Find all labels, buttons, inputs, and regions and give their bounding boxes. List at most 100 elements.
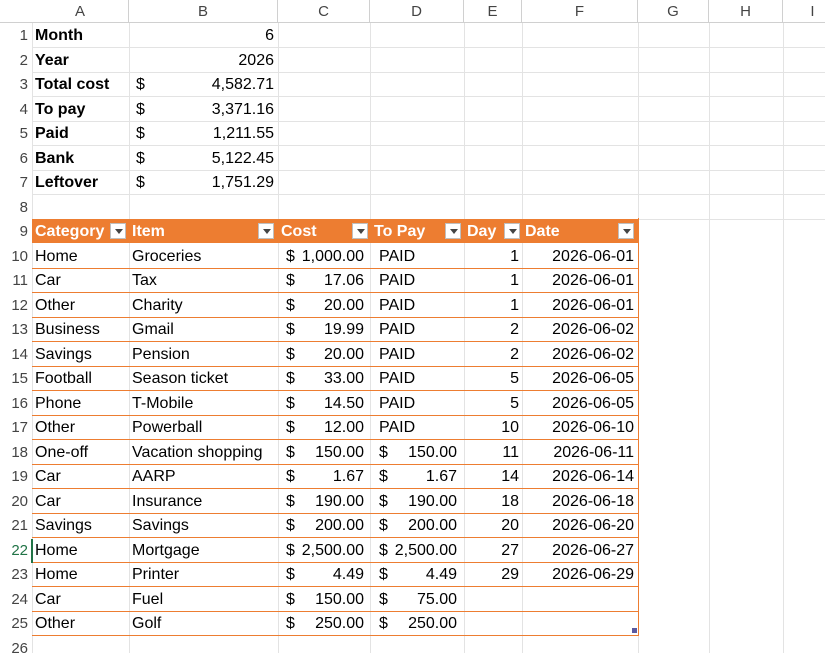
summary-label[interactable]: Year (35, 48, 129, 72)
column-header-C[interactable]: C (278, 0, 370, 23)
cell-item[interactable]: Vacation shopping (132, 440, 278, 464)
row-header[interactable]: 13 (0, 317, 32, 342)
column-header-D[interactable]: D (370, 0, 464, 23)
cell-date[interactable]: 2026-06-01 (524, 293, 634, 317)
cell-day[interactable]: 11 (468, 440, 519, 464)
cell-item[interactable]: Tax (132, 268, 278, 292)
cell-day[interactable]: 29 (468, 562, 519, 586)
cell-topay[interactable]: PAID (379, 415, 455, 439)
cell-date[interactable]: 2026-06-29 (524, 562, 634, 586)
cell-cost[interactable]: 190.00 (294, 489, 364, 513)
cell-topay[interactable]: 4.49 (387, 562, 457, 586)
summary-label[interactable]: Month (35, 23, 129, 47)
cell-day[interactable]: 1 (468, 244, 519, 268)
summary-label[interactable]: Bank (35, 146, 129, 170)
cell-item[interactable]: Season ticket (132, 366, 278, 390)
cell-category[interactable]: Home (35, 562, 129, 586)
cell-topay[interactable]: 1.67 (387, 464, 457, 488)
row-header[interactable]: 16 (0, 391, 32, 416)
column-header-B[interactable]: B (129, 0, 278, 23)
row-header-selected[interactable]: 22 (0, 538, 32, 563)
cell-date[interactable]: 2026-06-14 (524, 464, 634, 488)
cell-category[interactable]: Business (35, 317, 129, 341)
cell-date[interactable]: 2026-06-18 (524, 489, 634, 513)
summary-value[interactable]: 4,582.71 (152, 72, 274, 96)
summary-value[interactable]: 1,211.55 (152, 121, 274, 145)
cell-day[interactable]: 5 (468, 391, 519, 415)
row-header[interactable]: 19 (0, 464, 32, 489)
cell-cost[interactable]: 1,000.00 (294, 244, 364, 268)
filter-category-button[interactable] (110, 223, 126, 239)
cell-day[interactable]: 2 (468, 342, 519, 366)
cell-category[interactable]: Savings (35, 513, 129, 537)
table-resize-handle[interactable] (632, 628, 637, 633)
cell-item[interactable]: Charity (132, 293, 278, 317)
cell-date[interactable]: 2026-06-20 (524, 513, 634, 537)
row-header[interactable]: 14 (0, 342, 32, 367)
cell-topay[interactable]: 190.00 (387, 489, 457, 513)
summary-label[interactable]: Paid (35, 121, 129, 145)
cell-date[interactable]: 2026-06-02 (524, 342, 634, 366)
cell-topay[interactable]: PAID (379, 244, 455, 268)
cell-category[interactable]: Other (35, 293, 129, 317)
cell-category[interactable]: Other (35, 611, 129, 635)
cell-day[interactable] (468, 611, 519, 635)
cell-cost[interactable]: 33.00 (294, 366, 364, 390)
cell-item[interactable]: T-Mobile (132, 391, 278, 415)
cell-topay[interactable]: 200.00 (387, 513, 457, 537)
cell-item[interactable]: Golf (132, 611, 278, 635)
row-header[interactable]: 4 (0, 97, 32, 122)
cell-date[interactable]: 2026-06-11 (524, 440, 634, 464)
summary-label[interactable]: Total cost (35, 72, 129, 96)
cell-category[interactable]: Car (35, 464, 129, 488)
cell-topay[interactable]: PAID (379, 317, 455, 341)
cell-item[interactable]: Printer (132, 562, 278, 586)
cell-cost[interactable]: 20.00 (294, 293, 364, 317)
cell-item[interactable]: Fuel (132, 587, 278, 611)
cell-topay[interactable]: 2,500.00 (387, 538, 457, 562)
cell-date[interactable]: 2026-06-27 (524, 538, 634, 562)
cell-date[interactable]: 2026-06-05 (524, 366, 634, 390)
cell-date[interactable]: 2026-06-01 (524, 268, 634, 292)
row-header[interactable]: 23 (0, 562, 32, 587)
row-header[interactable]: 17 (0, 415, 32, 440)
cell-category[interactable]: Car (35, 489, 129, 513)
cell-item[interactable]: Savings (132, 513, 278, 537)
row-header[interactable]: 25 (0, 611, 32, 636)
summary-value[interactable]: 2026 (152, 48, 274, 72)
summary-value[interactable]: 3,371.16 (152, 97, 274, 121)
cell-day[interactable]: 1 (468, 268, 519, 292)
cell-category[interactable]: Savings (35, 342, 129, 366)
row-header[interactable]: 21 (0, 513, 32, 538)
cell-cost[interactable]: 1.67 (294, 464, 364, 488)
cell-topay[interactable]: PAID (379, 268, 455, 292)
row-header[interactable]: 9 (0, 219, 32, 244)
cell-category[interactable]: One-off (35, 440, 129, 464)
summary-value[interactable]: 5,122.45 (152, 146, 274, 170)
cell-day[interactable]: 1 (468, 293, 519, 317)
cell-item[interactable]: Pension (132, 342, 278, 366)
cell-category[interactable]: Car (35, 587, 129, 611)
cell-topay[interactable]: PAID (379, 342, 455, 366)
column-header-G[interactable]: G (638, 0, 709, 23)
cell-date[interactable]: 2026-06-01 (524, 244, 634, 268)
cell-day[interactable]: 5 (468, 366, 519, 390)
cell-day[interactable]: 2 (468, 317, 519, 341)
row-header[interactable]: 11 (0, 268, 32, 293)
cell-item[interactable]: Insurance (132, 489, 278, 513)
row-header[interactable]: 2 (0, 48, 32, 73)
row-header[interactable]: 20 (0, 489, 32, 514)
row-header[interactable]: 15 (0, 366, 32, 391)
cell-topay[interactable]: 250.00 (387, 611, 457, 635)
filter-topay-button[interactable] (445, 223, 461, 239)
cell-cost[interactable]: 150.00 (294, 587, 364, 611)
cell-date[interactable]: 2026-06-02 (524, 317, 634, 341)
row-header[interactable]: 5 (0, 121, 32, 146)
cell-cost[interactable]: 4.49 (294, 562, 364, 586)
cell-category-active[interactable]: Home (35, 538, 129, 562)
column-header-I[interactable]: I (783, 0, 825, 23)
cell-day[interactable] (468, 587, 519, 611)
cell-date[interactable]: 2026-06-10 (524, 415, 634, 439)
row-header[interactable]: 8 (0, 195, 32, 220)
cell-category[interactable]: Car (35, 268, 129, 292)
